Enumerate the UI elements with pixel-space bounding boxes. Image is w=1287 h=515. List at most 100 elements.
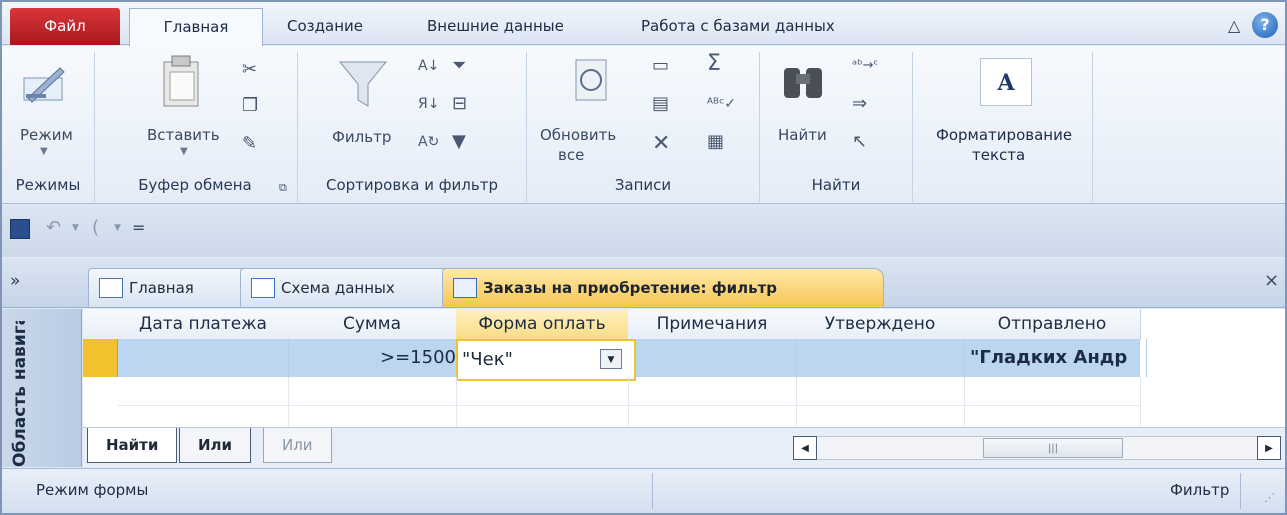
cell-notes[interactable] [628, 339, 797, 377]
filter-tabs-bar: Найти Или Или ◀ ||| ▶ [83, 427, 1285, 467]
spelling-icon[interactable]: ᴬᴮᶜ✓ [707, 94, 736, 114]
cell-payment-form-value: "Чек" [462, 349, 513, 370]
navigation-pane[interactable]: Область навигации [2, 309, 82, 467]
goto-icon[interactable]: ⇒ [852, 94, 867, 114]
payment-dropdown-button[interactable]: ▼ [600, 349, 622, 369]
paste-dropdown-icon: ▼ [180, 146, 188, 157]
column-header-amount[interactable]: Сумма [288, 309, 457, 340]
undo-dropdown-icon[interactable]: ▼ [72, 223, 79, 233]
form-icon [99, 278, 123, 298]
grid-line [628, 377, 629, 427]
totals-icon[interactable]: Σ [707, 53, 721, 75]
filter-tab-or[interactable]: Или [179, 428, 252, 463]
grid-line [796, 377, 797, 427]
group-divider [912, 52, 913, 202]
new-record-icon[interactable]: ▭ [652, 56, 669, 76]
grid-line [1140, 377, 1141, 427]
grid-line [288, 377, 289, 427]
resize-grip-icon[interactable]: ⋰ [1264, 491, 1275, 504]
status-divider [652, 473, 653, 509]
grid-line [964, 377, 965, 427]
refresh-label-1: Обновить [540, 126, 617, 144]
redo-dropdown-icon[interactable]: ▼ [114, 223, 121, 233]
scroll-right-button[interactable]: ▶ [1257, 436, 1281, 460]
table-icon [453, 278, 477, 298]
undo-icon[interactable]: ↶ [46, 217, 61, 238]
row-selector-header [83, 309, 119, 340]
tab-create[interactable]: Создание [287, 8, 363, 45]
tab-external-data[interactable]: Внешние данные [427, 8, 564, 45]
delete-record-icon[interactable]: ✕ [652, 133, 670, 155]
sort-ascending-icon[interactable]: А↓ [418, 56, 439, 76]
refresh-all-icon [575, 59, 607, 101]
document-tab-bar: » Главная Схема данных Заказы на приобре… [2, 258, 1285, 308]
menu-bar: Файл Главная Создание Внешние данные Раб… [2, 2, 1285, 46]
relationships-icon [251, 278, 275, 298]
find-group-label: Найти [811, 176, 861, 194]
sort-descending-icon[interactable]: Я↓ [418, 94, 439, 114]
filter-funnel-icon [338, 61, 388, 107]
records-group-label: Записи [614, 176, 672, 194]
group-divider [1092, 52, 1093, 202]
text-format-label-1: Форматирование [935, 126, 1073, 144]
cell-payment-date[interactable] [118, 339, 289, 377]
cell-approved[interactable] [796, 339, 965, 377]
filter-tab-find[interactable]: Найти [87, 428, 178, 463]
empty-row [118, 377, 1140, 406]
minimize-ribbon-icon[interactable]: △ [1228, 16, 1240, 35]
doc-tab-relationships-label: Схема данных [281, 279, 395, 297]
advanced-filter-icon[interactable]: ⊟ [452, 94, 467, 114]
tab-file[interactable]: Файл [10, 8, 120, 45]
cut-icon[interactable]: ✂ [242, 60, 257, 80]
customize-qat-icon[interactable]: = [132, 218, 145, 237]
cell-shipped[interactable]: "Гладких Андр [964, 339, 1147, 377]
filter-grid: Дата платежа Сумма Форма оплать Примечан… [83, 309, 1285, 434]
mode-label: Режим [20, 126, 73, 144]
selection-filter-icon[interactable]: ⏷ [452, 56, 466, 76]
paste-label: Вставить [147, 126, 220, 144]
dialog-launcher-icon[interactable]: ⧉ [279, 178, 287, 198]
doc-tab-orders-filter[interactable]: Заказы на приобретение: фильтр [442, 268, 884, 307]
redo-icon[interactable]: ( [92, 217, 99, 238]
refresh-label-2: все [558, 146, 585, 164]
tab-home[interactable]: Главная [129, 8, 263, 46]
select-icon[interactable]: ↖ [852, 132, 867, 152]
status-view-mode: Режим формы [36, 481, 149, 499]
column-header-approved[interactable]: Утверждено [796, 309, 965, 340]
binoculars-icon [784, 68, 822, 98]
column-header-shipped[interactable]: Отправлено [964, 309, 1141, 340]
quick-access-toolbar: ↶ ▼ ( ▼ = [2, 205, 1285, 257]
column-header-payment-date[interactable]: Дата платежа [118, 309, 289, 340]
row-selector[interactable] [83, 339, 118, 377]
replace-icon[interactable]: ᵃᵇ→ᶜ [852, 56, 878, 76]
ribbon: Режим ▼ Режимы Вставить ▼ ✂ ❐ ✎ Буфер об… [2, 46, 1285, 204]
sort-filter-group-label: Сортировка и фильтр [326, 176, 498, 194]
filter-label: Фильтр [332, 128, 392, 146]
column-header-notes[interactable]: Примечания [628, 309, 797, 340]
clear-sort-icon[interactable]: А↻ [418, 132, 439, 152]
doc-tab-home-label: Главная [129, 279, 194, 297]
save-icon[interactable] [10, 219, 30, 239]
save-record-icon[interactable]: ▤ [652, 94, 669, 114]
clipboard-group-label: Буфер обмена [138, 176, 252, 194]
copy-icon[interactable]: ❐ [242, 96, 258, 116]
cell-amount[interactable]: >=1500 [288, 339, 461, 377]
scroll-left-button[interactable]: ◀ [793, 436, 817, 460]
format-painter-icon[interactable]: ✎ [242, 134, 257, 154]
status-divider [1240, 473, 1241, 509]
help-button[interactable]: ? [1252, 12, 1278, 38]
tab-database-tools[interactable]: Работа с базами данных [641, 8, 835, 45]
text-format-icon: A [980, 58, 1032, 106]
toggle-filter-icon[interactable]: ▼ [452, 132, 466, 152]
status-filter: Фильтр [1170, 481, 1230, 499]
filter-tab-or-empty[interactable]: Или [263, 428, 332, 463]
grid-line [456, 377, 457, 427]
nav-pane-toggle[interactable]: » [10, 271, 20, 291]
cell-payment-form[interactable]: "Чек" ▼ [456, 339, 636, 381]
close-tab-icon[interactable]: × [1264, 270, 1279, 291]
design-view-icon [23, 67, 65, 103]
more-records-icon[interactable]: ▦ [707, 132, 724, 152]
horizontal-scrollbar-thumb[interactable]: ||| [983, 438, 1123, 458]
text-format-label-2: текста [972, 146, 1026, 164]
column-header-payment-form[interactable]: Форма оплать [456, 309, 629, 340]
